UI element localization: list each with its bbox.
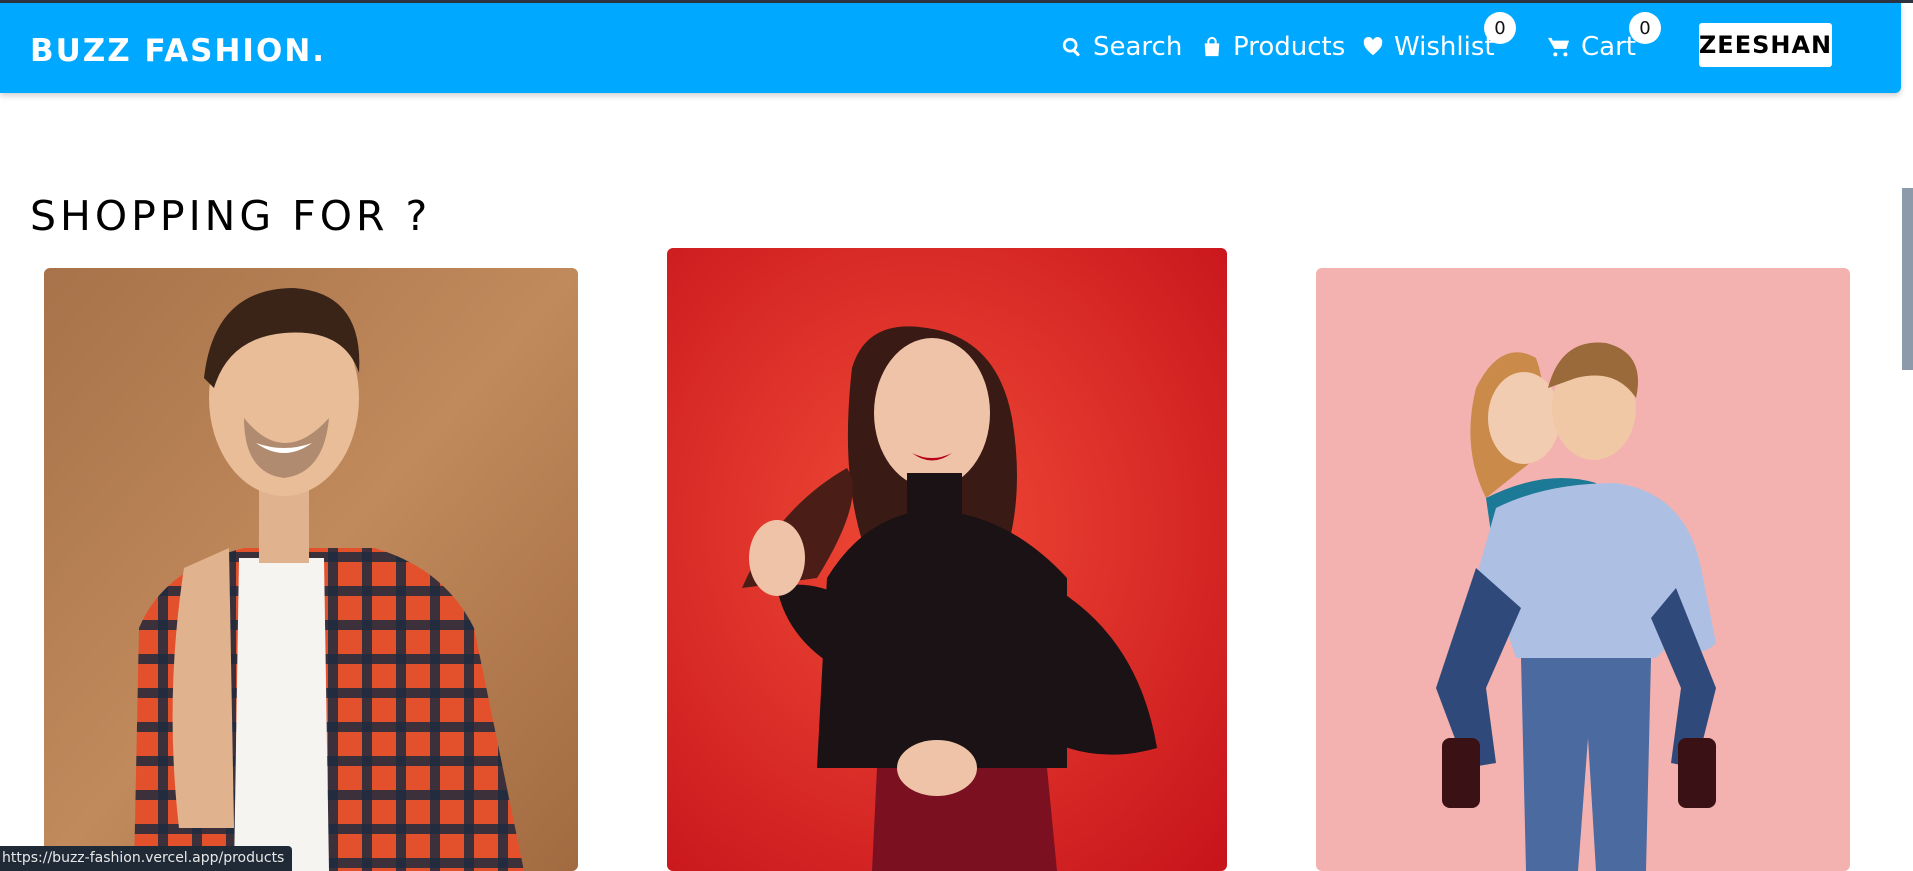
nav-products-label: Products [1233,32,1346,62]
shopping-bag-icon [1204,36,1220,57]
nav-wishlist-link[interactable]: Wishlist [1362,29,1495,65]
category-card-kids[interactable] [1316,268,1850,871]
cart-icon [1548,37,1570,57]
nav-search-link[interactable]: Search [1061,29,1182,65]
man-in-plaid-shirt-image [44,268,578,871]
nav-cart-link[interactable]: Cart [1547,29,1636,65]
heart-icon [1363,37,1383,56]
nav-cart-label: Cart [1581,32,1636,62]
cart-count-badge: 0 [1629,12,1661,44]
nav-wishlist-label: Wishlist [1394,32,1495,62]
navbar: BUZZ FASHION. Search Products Wishlist 0… [0,3,1901,93]
brand-logo[interactable]: BUZZ FASHION. [30,33,326,69]
nav-search-label: Search [1093,32,1183,62]
user-account-button[interactable]: ZEESHAN [1699,23,1832,67]
nav-products-link[interactable]: Products [1201,29,1345,65]
search-icon [1062,37,1080,57]
kids-piggyback-image [1316,268,1850,871]
section-title: SHOPPING FOR ? [30,192,432,240]
category-card-men[interactable] [44,268,578,871]
status-bar-url: https://buzz-fashion.vercel.app/products [0,846,293,871]
category-card-women[interactable] [667,248,1227,871]
wishlist-count-badge: 0 [1484,12,1516,44]
scrollbar-thumb[interactable] [1902,188,1913,370]
woman-in-black-top-image [667,248,1227,871]
